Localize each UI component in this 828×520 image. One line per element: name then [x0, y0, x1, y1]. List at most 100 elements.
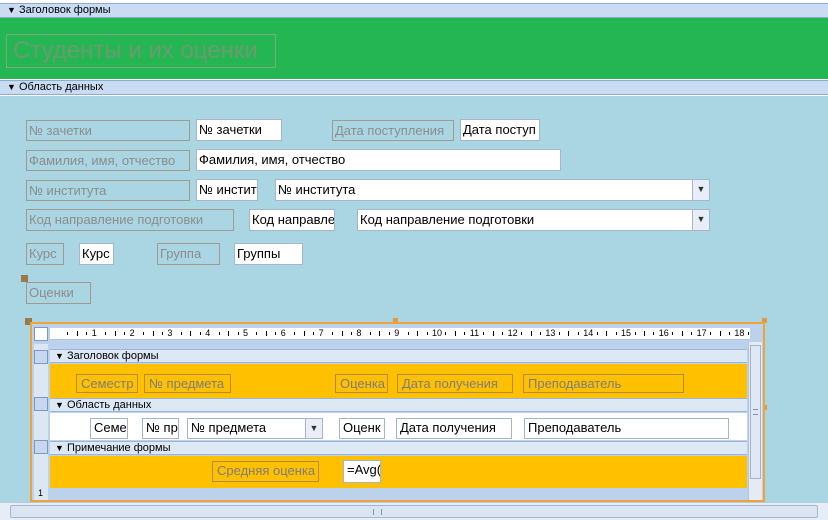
- ruler-tick: [672, 332, 674, 335]
- ruler-tick: [558, 332, 560, 335]
- detail-section-bar[interactable]: ▼ Область данных: [0, 80, 828, 95]
- section-selector[interactable]: [34, 397, 48, 411]
- section-selector[interactable]: [34, 440, 48, 454]
- ruler-tick: [530, 331, 532, 336]
- ruler-tick: [190, 331, 192, 336]
- predmet-num-field[interactable]: № пр: [142, 418, 179, 439]
- subform-control[interactable]: 1 2 3 4 5 6 7 8 9 10 11 12 13 14 15 16 17 18 1 ▼ Заголовок…: [30, 322, 765, 502]
- semestr-header[interactable]: Семестр: [76, 374, 138, 393]
- subform-detail-label: Область данных: [67, 399, 152, 411]
- ruler-tick: [256, 332, 258, 335]
- subform-detail-bar[interactable]: ▼ Область данных: [50, 398, 747, 412]
- predmet-header[interactable]: № предмета: [144, 374, 231, 393]
- scroll-thumb[interactable]: [750, 345, 761, 479]
- ocenka-field[interactable]: Оценк: [339, 418, 385, 439]
- ruler-number: 14: [583, 328, 594, 338]
- ruler-tick: [152, 331, 154, 336]
- main-horizontal-scrollbar[interactable]: [0, 502, 828, 520]
- ruler-tick: [218, 332, 220, 335]
- subform-empty-area: [50, 488, 747, 500]
- ruler-number: 17: [696, 328, 707, 338]
- zachetka-label[interactable]: № зачетки: [26, 120, 190, 141]
- ruler-number: 11: [469, 328, 480, 338]
- ruler-tick: [303, 331, 305, 336]
- section-arrow-icon: ▼: [55, 400, 64, 410]
- ruler-number: 16: [658, 328, 669, 338]
- napr-field[interactable]: Код направле: [249, 209, 335, 231]
- prepod-field[interactable]: Преподаватель: [524, 418, 729, 439]
- section-arrow-icon: ▼: [7, 5, 16, 15]
- ruler-tick: [426, 332, 428, 335]
- fio-label[interactable]: Фамилия, имя, отчество: [26, 150, 190, 171]
- gruppa-field[interactable]: Группы: [234, 243, 303, 265]
- avg-caption[interactable]: Средняя оценка: [212, 461, 319, 482]
- ruler-tick: [615, 332, 617, 335]
- predmet-combo[interactable]: № предмета ▼: [187, 418, 323, 439]
- napr-combo[interactable]: Код направление подготовки ▼: [357, 209, 710, 231]
- section-selector[interactable]: [34, 350, 48, 364]
- ruler-tick: [653, 332, 655, 335]
- predmet-combo-value: № предмета: [191, 420, 267, 435]
- ruler-tick: [199, 332, 201, 335]
- institut-combo[interactable]: № института ▼: [275, 179, 710, 201]
- form-header-section-bar[interactable]: ▼ Заголовок формы: [0, 3, 828, 18]
- ruler-tick: [143, 332, 144, 335]
- ruler-tick: [521, 332, 522, 335]
- institut-field[interactable]: № инстит: [196, 179, 258, 201]
- gruppa-label[interactable]: Группа: [157, 243, 220, 265]
- ruler-number: 12: [507, 328, 518, 338]
- ruler-tick: [407, 332, 409, 335]
- main-vertical-scrollbar[interactable]: [815, 96, 828, 502]
- hscroll-thumb[interactable]: [10, 505, 818, 518]
- ruler-tick: [728, 332, 730, 335]
- ocenki-label[interactable]: Оценки: [26, 282, 91, 304]
- semestr-field[interactable]: Семе: [90, 418, 128, 439]
- ruler-number: 13: [545, 328, 556, 338]
- ruler-tick: [492, 331, 494, 336]
- vruler-digit: 1: [38, 488, 44, 498]
- ruler-tick: [76, 331, 78, 336]
- ruler-tick: [691, 332, 693, 335]
- scroll-grip-icon: [753, 409, 758, 415]
- kurs-field[interactable]: Курс: [79, 243, 114, 265]
- data-poluch-field[interactable]: Дата получения: [396, 418, 512, 439]
- ruler-number: 2: [129, 328, 135, 338]
- kurs-label[interactable]: Курс: [26, 243, 64, 265]
- subform-footer-bar[interactable]: ▼ Примечание формы: [50, 441, 747, 455]
- chevron-down-icon[interactable]: ▼: [692, 210, 709, 230]
- data-poluch-header[interactable]: Дата получения: [397, 374, 513, 393]
- ruler-tick: [332, 332, 333, 335]
- ruler-number: 9: [394, 328, 400, 338]
- ruler-number: 18: [734, 328, 745, 338]
- data-post-label[interactable]: Дата поступления: [332, 120, 454, 141]
- napr-combo-value: Код направление подготовки: [360, 212, 535, 227]
- fio-field[interactable]: Фамилия, имя, отчество: [196, 149, 561, 171]
- ruler-tick: [180, 332, 182, 335]
- ruler-tick: [568, 331, 570, 336]
- ruler-number: 6: [280, 328, 286, 338]
- form-title[interactable]: Студенты и их оценки: [6, 34, 276, 68]
- form-header-section-label: Заголовок формы: [19, 4, 111, 16]
- chevron-down-icon[interactable]: ▼: [692, 180, 709, 200]
- napr-label[interactable]: Код направление подготовки: [26, 209, 234, 231]
- prepod-header[interactable]: Преподаватель: [523, 374, 684, 393]
- subform-footer-label: Примечание формы: [67, 442, 171, 454]
- ruler-tick: [379, 331, 381, 336]
- avg-expression-field[interactable]: =Avg(: [343, 460, 381, 483]
- data-post-field[interactable]: Дата поступ: [460, 119, 540, 141]
- section-arrow-icon: ▼: [7, 82, 16, 92]
- subform-header-bar[interactable]: ▼ Заголовок формы: [50, 349, 747, 363]
- ruler-tick: [369, 332, 371, 335]
- ruler-tick: [577, 332, 579, 335]
- detail-section-label: Область данных: [19, 81, 104, 93]
- ruler-tick: [67, 332, 69, 335]
- zachetka-field[interactable]: № зачетки: [196, 119, 282, 141]
- move-handle[interactable]: [21, 275, 28, 282]
- chevron-down-icon[interactable]: ▼: [305, 419, 322, 438]
- subform-vertical-scrollbar[interactable]: [748, 342, 762, 500]
- ruler-tick: [445, 332, 447, 335]
- ruler-corner[interactable]: [34, 327, 48, 341]
- ruler-tick: [105, 332, 107, 335]
- institut-label[interactable]: № института: [26, 180, 190, 201]
- ocenka-header[interactable]: Оценка: [335, 374, 388, 393]
